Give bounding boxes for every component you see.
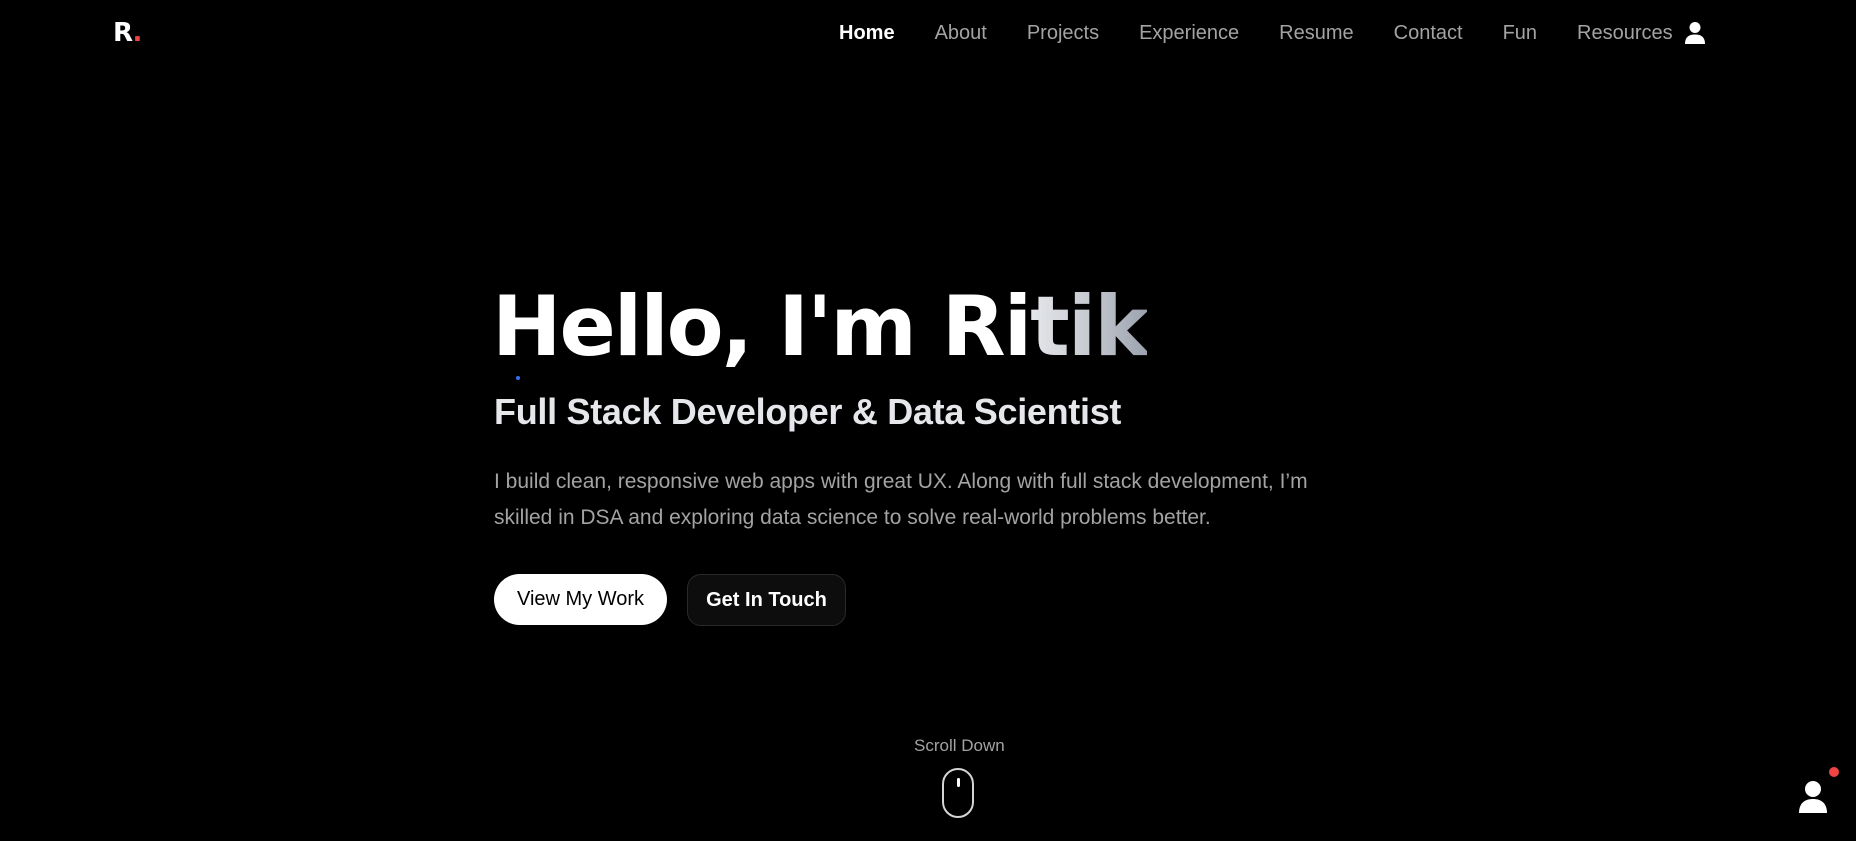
nav-item-fun[interactable]: Fun — [1503, 20, 1537, 46]
nav-item-about[interactable]: About — [935, 20, 987, 46]
notification-dot — [1829, 767, 1839, 777]
scroll-down-label: Scroll Down — [914, 736, 1005, 755]
get-in-touch-button[interactable]: Get In Touch — [687, 574, 846, 626]
mouse-wheel — [957, 778, 960, 787]
nav-item-resume[interactable]: Resume — [1279, 20, 1353, 46]
mouse-icon[interactable] — [942, 768, 974, 818]
nav-item-experience[interactable]: Experience — [1139, 20, 1239, 46]
user-icon[interactable] — [1684, 21, 1706, 45]
hero-title-gradient: tik — [1030, 278, 1149, 375]
nav-item-home[interactable]: Home — [839, 20, 895, 46]
cursor-dot — [516, 376, 520, 380]
logo[interactable]: R. — [113, 18, 143, 48]
hero-title: Hello, I'm Ritik — [492, 272, 1149, 382]
nav-item-projects[interactable]: Projects — [1027, 20, 1099, 46]
main-nav: Home About Projects Experience Resume Co… — [839, 20, 1713, 46]
nav-item-contact[interactable]: Contact — [1394, 20, 1463, 46]
hero-subtitle: Full Stack Developer & Data Scientist — [494, 391, 1122, 432]
hero-description: I build clean, responsive web apps with … — [494, 470, 1308, 529]
logo-dot: . — [132, 18, 143, 48]
floating-user-icon[interactable] — [1797, 780, 1829, 814]
logo-letter: R — [113, 18, 133, 48]
hero-title-main: Hello, I'm Ri — [492, 278, 1032, 375]
view-my-work-button[interactable]: View My Work — [494, 574, 667, 625]
nav-item-resources[interactable]: Resources — [1577, 20, 1673, 46]
